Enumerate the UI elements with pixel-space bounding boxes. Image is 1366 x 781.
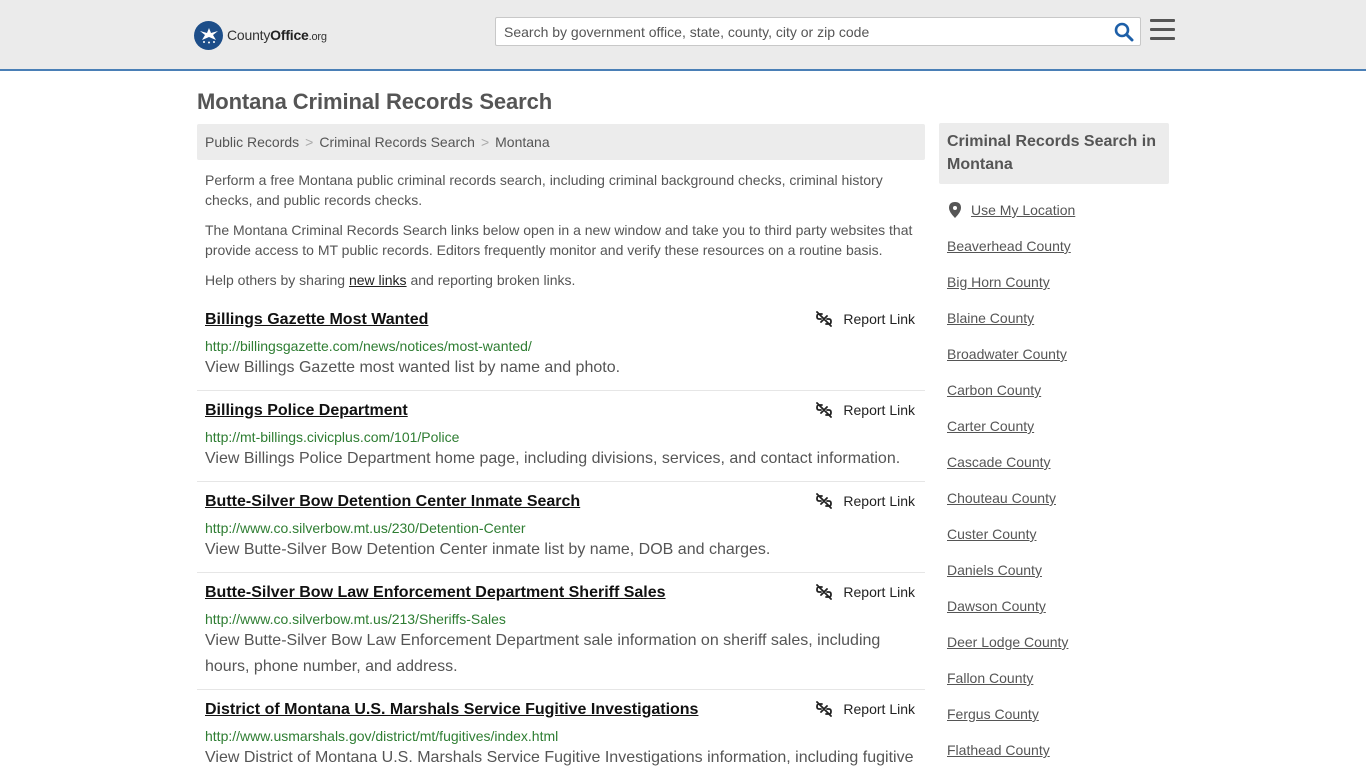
result-title-link[interactable]: Billings Gazette Most Wanted [205,311,428,329]
use-my-location-label: Use My Location [971,202,1076,218]
report-link-button[interactable]: Report Link [816,311,915,327]
report-link-label: Report Link [843,311,915,327]
sidebar-item-dawson-county[interactable]: Dawson County [947,598,1046,614]
broken-link-icon [816,493,833,509]
breadcrumb-criminal-records-search[interactable]: Criminal Records Search [319,134,475,150]
result-description: View Billings Police Department home pag… [205,450,901,467]
sidebar-item-chouteau-county[interactable]: Chouteau County [947,490,1056,506]
report-link-button[interactable]: Report Link [816,584,915,600]
search-icon[interactable] [1114,22,1134,42]
sidebar-item-flathead-county[interactable]: Flathead County [947,742,1050,758]
sidebar-item-carbon-county[interactable]: Carbon County [947,382,1041,398]
sidebar-item-carter-county[interactable]: Carter County [947,418,1034,434]
sidebar-item-daniels-county[interactable]: Daniels County [947,562,1042,578]
report-link-button[interactable]: Report Link [816,402,915,418]
sidebar-item-cascade-county[interactable]: Cascade County [947,454,1051,470]
intro-paragraph-1: Perform a free Montana public criminal r… [205,172,883,208]
top-bar: CountyOffice.org [0,0,1366,71]
hamburger-menu-icon[interactable] [1150,19,1175,41]
logo-text: CountyOffice.org [227,27,327,43]
logo-text-county: County [227,27,271,43]
broken-link-icon [816,402,833,418]
breadcrumb-separator: > [305,134,314,150]
broken-link-icon [816,701,833,717]
search-input[interactable] [504,18,1104,45]
result-item: District of Montana U.S. Marshals Servic… [197,701,925,781]
sidebar-heading: Criminal Records Search in Montana [939,123,1169,184]
report-link-label: Report Link [843,493,915,509]
result-item: Butte-Silver Bow Law Enforcement Departm… [197,584,925,690]
report-link-label: Report Link [843,701,915,717]
site-logo[interactable]: CountyOffice.org [194,20,327,50]
broken-link-icon [816,311,833,327]
logo-text-office: Office [270,27,309,43]
intro-paragraph-3: Help others by sharing new links and rep… [205,270,917,290]
result-item: Butte-Silver Bow Detention Center Inmate… [197,493,925,573]
sidebar-item-blaine-county[interactable]: Blaine County [947,310,1034,326]
sidebar-item-fergus-county[interactable]: Fergus County [947,706,1039,722]
result-url[interactable]: http://www.usmarshals.gov/district/mt/fu… [205,728,558,744]
search-box [495,17,1141,46]
report-link-button[interactable]: Report Link [816,701,915,717]
sidebar-item-beaverhead-county[interactable]: Beaverhead County [947,238,1071,254]
map-pin-icon [949,202,961,218]
broken-link-icon [816,584,833,600]
result-description: View Butte-Silver Bow Detention Center i… [205,541,771,558]
breadcrumb-montana[interactable]: Montana [495,134,549,150]
result-description: View Butte-Silver Bow Law Enforcement De… [205,632,881,675]
result-url[interactable]: http://mt-billings.civicplus.com/101/Pol… [205,429,459,445]
breadcrumb-separator: > [480,134,490,150]
result-url[interactable]: http://www.co.silverbow.mt.us/213/Sherif… [205,611,506,627]
sidebar-item-broadwater-county[interactable]: Broadwater County [947,346,1067,362]
result-item: Billings Police Department Report Link h… [197,402,925,482]
sidebar-item-big-horn-county[interactable]: Big Horn County [947,274,1050,290]
new-links-link[interactable]: new links [349,272,407,288]
result-title-link[interactable]: Billings Police Department [205,402,408,420]
intro-text: Help others by sharing [205,272,349,288]
logo-seal-icon [194,20,223,50]
report-link-label: Report Link [843,402,915,418]
use-my-location-link[interactable]: Use My Location [947,202,1075,218]
sidebar-item-custer-county[interactable]: Custer County [947,526,1036,542]
breadcrumb-public-records[interactable]: Public Records [205,134,299,150]
result-item: Billings Gazette Most Wanted Report Link… [197,311,925,391]
result-title-link[interactable]: District of Montana U.S. Marshals Servic… [205,701,698,719]
result-url[interactable]: http://www.co.silverbow.mt.us/230/Detent… [205,520,526,536]
result-title-link[interactable]: Butte-Silver Bow Detention Center Inmate… [205,493,580,511]
intro-paragraph-2: The Montana Criminal Records Search link… [205,222,913,258]
intro-text: and reporting broken links. [406,272,576,288]
result-url[interactable]: http://billingsgazette.com/news/notices/… [205,338,532,354]
logo-text-tld: .org [308,31,327,43]
sidebar-item-deer-lodge-county[interactable]: Deer Lodge County [947,634,1068,650]
report-link-label: Report Link [843,584,915,600]
sidebar-item-fallon-county[interactable]: Fallon County [947,670,1033,686]
page-title: Montana Criminal Records Search [197,89,553,114]
result-description: View District of Montana U.S. Marshals S… [205,749,914,766]
result-title-link[interactable]: Butte-Silver Bow Law Enforcement Departm… [205,584,666,602]
result-description: View Billings Gazette most wanted list b… [205,359,621,376]
breadcrumb: Public Records > Criminal Records Search > M… [197,124,925,160]
report-link-button[interactable]: Report Link [816,493,915,509]
